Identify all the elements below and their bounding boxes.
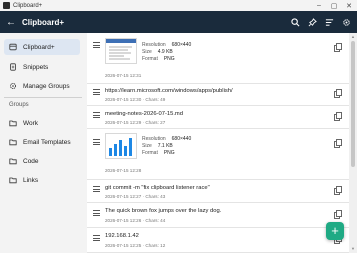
format-value: PNG [163, 150, 175, 157]
item-meta: 2026-07-15 12:27 · Chars: 43 [105, 194, 166, 199]
list-item[interactable]: 192.168.1.42 2026-07-15 12:25 · Chars: 1… [87, 228, 349, 253]
groups-header: Groups [9, 102, 29, 108]
copy-icon[interactable] [334, 112, 342, 121]
size-label: Size [142, 143, 152, 150]
gear-icon[interactable] [342, 18, 351, 27]
scroll-up-icon[interactable]: ▲ [350, 34, 356, 39]
close-button[interactable]: ✕ [342, 0, 356, 11]
sidebar-item-label: Work [23, 119, 39, 127]
folder-icon [9, 176, 17, 184]
drag-handle-icon[interactable] [93, 186, 100, 194]
sidebar-item-work[interactable]: Work [4, 115, 80, 131]
image-properties: Resolution 680×440 Size 7.1 KB Format PNG [142, 136, 191, 158]
image-properties: Resolution 680×440 Size 4.9 KB Format PNG [142, 42, 191, 64]
pin-icon[interactable] [308, 17, 317, 27]
search-icon[interactable] [291, 17, 300, 27]
app-title: Clipboard+ [22, 17, 65, 27]
app-toolbar [291, 11, 351, 33]
copy-icon[interactable] [334, 139, 342, 148]
item-text: git commit -m "fix clipboard listener ra… [105, 185, 210, 191]
drag-handle-icon[interactable] [93, 235, 100, 243]
sidebar-item-label: Email Templates [23, 138, 71, 146]
list-item[interactable]: https://learn.microsoft.com/windows/apps… [87, 84, 349, 106]
size-label: Size [142, 49, 152, 56]
item-meta: 2026-07-15 12:28 [105, 168, 142, 173]
resolution-label: Resolution [142, 136, 166, 142]
sidebar-item-label: Snippets [23, 63, 49, 71]
item-text: https://learn.microsoft.com/windows/apps… [105, 88, 233, 94]
scroll-down-icon[interactable]: ▼ [350, 246, 356, 251]
list-item[interactable]: meeting-notes-2026-07-15.md 2026-07-15 1… [87, 106, 349, 129]
format-label: Format [142, 150, 158, 157]
sidebar-item-label: Code [23, 157, 39, 165]
folder-icon [9, 119, 17, 127]
item-text: The quick brown fox jumps over the lazy … [105, 208, 222, 214]
scrollbar-thumb[interactable] [351, 41, 355, 167]
list-item[interactable]: The quick brown fox jumps over the lazy … [87, 203, 349, 228]
sidebar-item-code[interactable]: Code [4, 153, 80, 169]
sidebar-item-snippets[interactable]: Snippets [4, 59, 80, 75]
sidebar-item-label: Links [23, 176, 39, 184]
app-icon [3, 2, 10, 9]
sidebar-item-label: Manage Groups [23, 82, 70, 90]
app-bar: ← Clipboard+ [0, 11, 357, 33]
add-button[interactable]: + [326, 222, 344, 240]
plus-icon: + [331, 223, 339, 238]
drag-handle-icon[interactable] [93, 210, 100, 218]
list-item[interactable]: Resolution 680×440 Size 7.1 KB Format PNG 2… [87, 129, 349, 180]
item-meta: 2026-07-15 12:30 · Chars: 49 [105, 97, 166, 102]
minimize-button[interactable]: – [312, 0, 326, 11]
clipboard-list: Resolution 680×440 Size 4.9 KB Format PNG 2… [87, 33, 349, 253]
window-title: Clipboard+ [13, 2, 43, 9]
copy-icon[interactable] [334, 186, 342, 195]
copy-icon[interactable] [334, 89, 342, 98]
drag-handle-icon[interactable] [93, 139, 100, 147]
size-value: 7.1 KB [157, 143, 173, 150]
window-titlebar: Clipboard+ [0, 0, 357, 11]
item-meta: 2026-07-15 12:25 · Chars: 12 [105, 243, 166, 248]
copy-icon[interactable] [334, 210, 342, 219]
sidebar: Clipboard+ Snippets Manage Groups Groups… [0, 33, 87, 253]
snippet-icon [9, 63, 17, 71]
item-meta: 2026-07-15 12:26 · Chars: 44 [105, 218, 166, 223]
sort-icon[interactable] [325, 18, 334, 27]
folder-icon [9, 157, 17, 165]
format-value: PNG [163, 56, 175, 63]
item-text: 192.168.1.42 [105, 233, 139, 239]
list-item[interactable]: git commit -m "fix clipboard listener ra… [87, 180, 349, 203]
format-label: Format [142, 56, 158, 63]
sidebar-item-label: Clipboard+ [23, 43, 55, 51]
item-meta: 2026-07-15 12:31 [105, 73, 142, 78]
item-text: meeting-notes-2026-07-15.md [105, 111, 183, 117]
list-item[interactable]: Resolution 680×440 Size 4.9 KB Format PNG 2… [87, 33, 349, 84]
drag-handle-icon[interactable] [93, 42, 100, 50]
image-thumbnail [105, 38, 137, 64]
clipboard-icon [9, 43, 17, 51]
gear-icon [9, 82, 17, 90]
resolution-value: 680×440 [171, 42, 192, 48]
scrollbar[interactable]: ▲ ▼ [349, 33, 357, 253]
item-meta: 2026-07-15 12:29 · Chars: 27 [105, 120, 166, 125]
back-icon[interactable]: ← [4, 17, 18, 28]
size-value: 4.9 KB [157, 49, 173, 56]
folder-icon [9, 138, 17, 146]
resolution-label: Resolution [142, 42, 166, 48]
sidebar-item-clipboard[interactable]: Clipboard+ [4, 39, 80, 55]
drag-handle-icon[interactable] [93, 89, 100, 97]
sidebar-divider [4, 97, 82, 98]
drag-handle-icon[interactable] [93, 112, 100, 120]
resolution-value: 680×440 [171, 136, 192, 142]
sidebar-item-manage-groups[interactable]: Manage Groups [4, 78, 80, 94]
copy-icon[interactable] [334, 43, 342, 52]
maximize-button[interactable]: ▢ [327, 0, 341, 11]
image-thumbnail [105, 133, 137, 159]
sidebar-item-links[interactable]: Links [4, 172, 80, 188]
sidebar-item-email-templates[interactable]: Email Templates [4, 134, 80, 150]
